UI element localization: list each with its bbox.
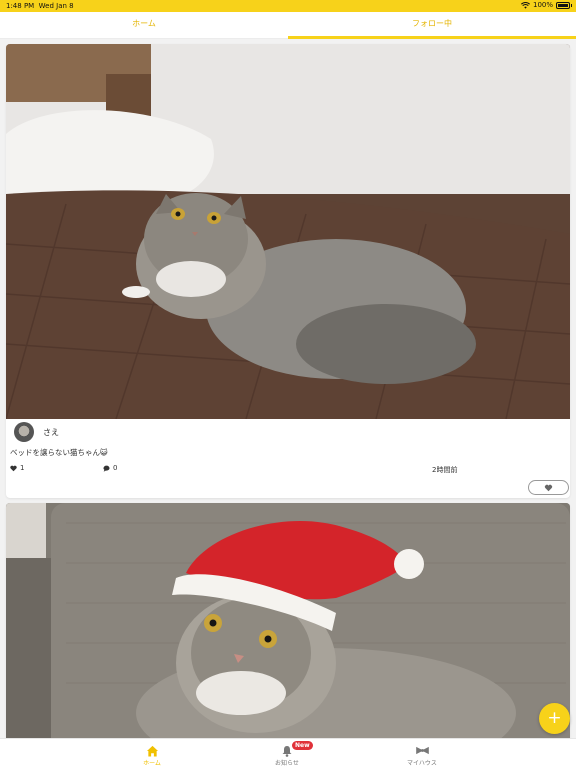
- cat-santa-hat-photo-icon: [6, 503, 570, 738]
- top-tabs: ホーム フォロー中: [0, 12, 576, 39]
- like-count: 1: [10, 464, 24, 472]
- comment-icon: [103, 465, 110, 472]
- like-button[interactable]: [528, 480, 569, 495]
- home-icon: [146, 745, 158, 757]
- tab-home[interactable]: ホーム: [0, 12, 288, 38]
- nav-notifications[interactable]: New お知らせ: [257, 741, 317, 767]
- post-author[interactable]: さえ: [14, 422, 59, 442]
- post-caption: ベッドを譲らない猫ちゃん😺: [10, 448, 108, 457]
- bowtie-icon: [415, 746, 429, 755]
- status-right: 100%: [521, 1, 572, 9]
- heart-icon: [10, 465, 17, 471]
- feed[interactable]: さえ ベッドを譲らない猫ちゃん😺 1 0 2時間前: [0, 40, 576, 738]
- nav-notifications-label: お知らせ: [275, 760, 299, 767]
- post-card[interactable]: [6, 503, 570, 738]
- status-time-date: 1:48 PM Wed Jan 8: [6, 2, 74, 10]
- status-time: 1:48 PM: [6, 2, 35, 10]
- post-timestamp: 2時間前: [432, 466, 458, 474]
- avatar[interactable]: [14, 422, 34, 442]
- nav-home[interactable]: ホーム: [122, 743, 182, 767]
- comment-count: 0: [103, 464, 117, 472]
- heart-icon: [544, 484, 553, 491]
- comment-count-value: 0: [113, 464, 118, 472]
- bottom-nav: ホーム New お知らせ マイハウス: [0, 738, 576, 768]
- cat-photo-icon: [6, 44, 570, 419]
- battery-icon: [556, 1, 572, 9]
- status-bar: 1:48 PM Wed Jan 8 100%: [0, 0, 576, 12]
- like-count-value: 1: [20, 464, 25, 472]
- wifi-icon: [521, 1, 530, 9]
- nav-home-label: ホーム: [143, 760, 161, 767]
- status-date: Wed Jan 8: [38, 2, 74, 10]
- nav-my-house-label: マイハウス: [407, 760, 437, 767]
- author-name[interactable]: さえ: [43, 427, 59, 438]
- post-photo[interactable]: [6, 503, 570, 738]
- create-post-button[interactable]: +: [539, 703, 570, 734]
- tab-following[interactable]: フォロー中: [288, 12, 576, 39]
- nav-my-house[interactable]: マイハウス: [392, 743, 452, 767]
- post-photo[interactable]: [6, 44, 570, 419]
- battery-percent: 100%: [532, 1, 553, 9]
- new-badge: New: [292, 741, 313, 750]
- post-card[interactable]: さえ ベッドを譲らない猫ちゃん😺 1 0 2時間前: [6, 44, 570, 498]
